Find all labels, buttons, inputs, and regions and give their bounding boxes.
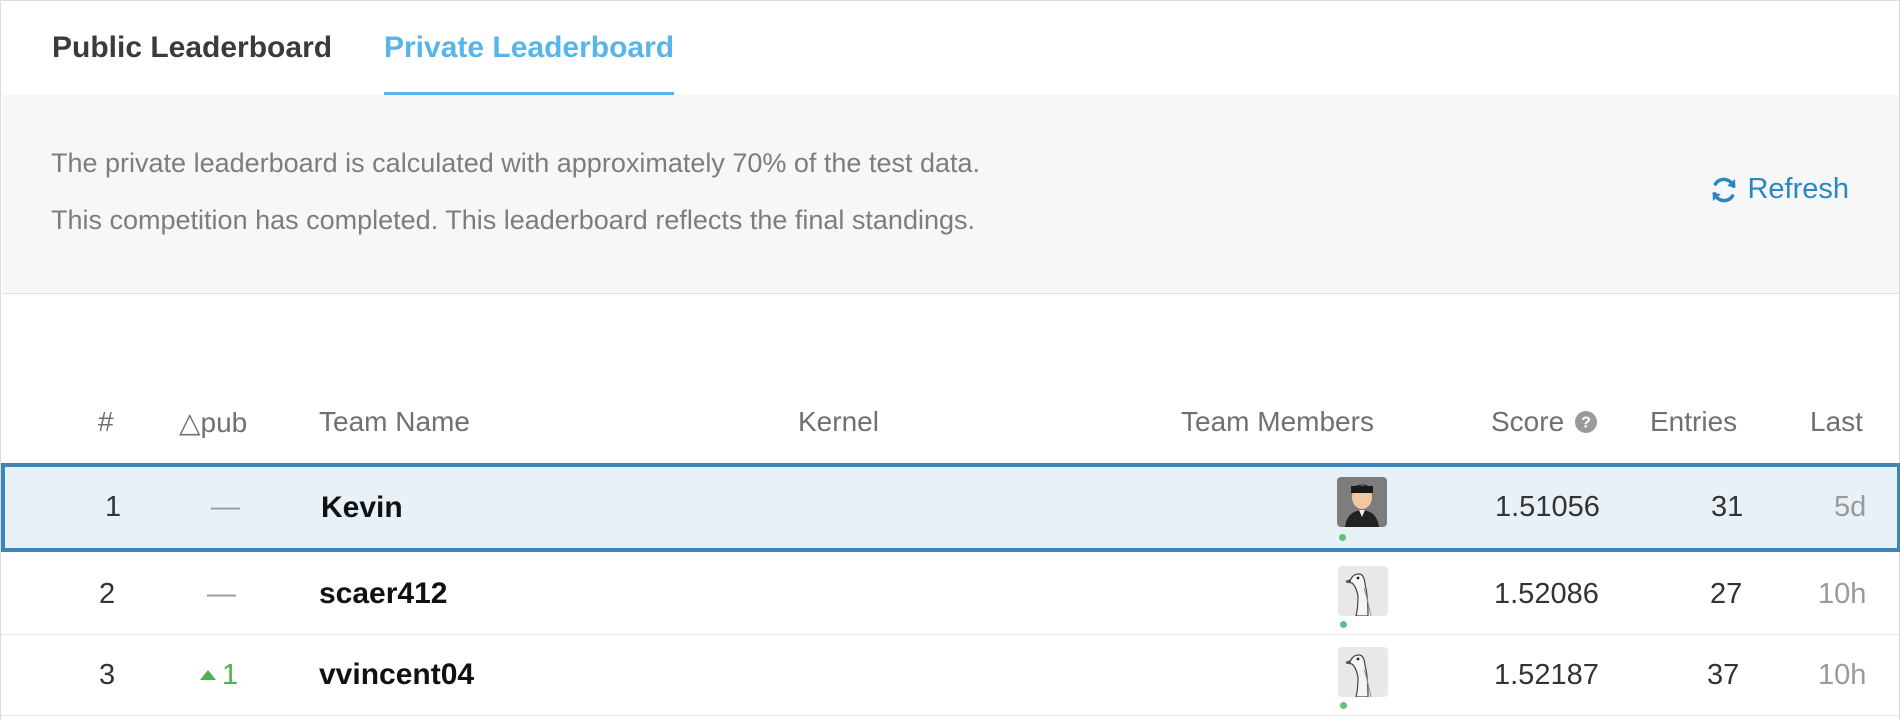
refresh-label: Refresh [1747, 173, 1849, 205]
tab-public-label: Public Leaderboard [52, 31, 333, 64]
row-last: 10h [1818, 577, 1867, 610]
svg-text:?: ? [1581, 415, 1591, 432]
row-entries: 31 [1711, 491, 1744, 523]
arrow-up-icon [200, 670, 216, 680]
tab-public-leaderboard[interactable]: Public Leaderboard [52, 2, 332, 95]
header-entries[interactable]: Entries [1650, 406, 1737, 438]
row-team-name[interactable]: scaer412 [319, 554, 447, 634]
person-avatar-icon [1337, 477, 1387, 527]
header-last[interactable]: Last [1810, 406, 1863, 438]
online-status-dot [1340, 702, 1347, 709]
leaderboard-tabs: Public Leaderboard Private Leaderboard [2, 2, 1899, 96]
row-score: 1.51056 [1495, 491, 1600, 523]
row-team-name[interactable]: vvincent04 [319, 635, 474, 715]
info-banner: The private leaderboard is calculated wi… [2, 95, 1899, 294]
leaderboard-panel: Public Leaderboard Private Leaderboard T… [0, 0, 1900, 720]
banner-text-line-2: This competition has completed. This lea… [51, 205, 975, 235]
avatar-goose[interactable] [1338, 566, 1388, 616]
header-team-name[interactable]: Team Name [319, 406, 470, 438]
header-kernel[interactable]: Kernel [798, 406, 879, 438]
row-entries: 37 [1707, 658, 1740, 691]
row-rank: 3 [99, 658, 116, 691]
tab-private-leaderboard[interactable]: Private Leaderboard [384, 2, 675, 96]
row-delta: — [211, 491, 240, 523]
row-rank: 2 [99, 577, 116, 610]
refresh-button[interactable]: Refresh [1709, 173, 1849, 206]
row-score: 1.52086 [1494, 577, 1599, 610]
row-delta: — [207, 577, 236, 610]
online-status-dot [1339, 534, 1346, 541]
table-row[interactable]: 3 1 vvincent04 1.52187 37 10h [1, 635, 1899, 716]
help-icon[interactable]: ? [1574, 410, 1598, 434]
avatar-goose[interactable] [1338, 647, 1388, 697]
header-team-members[interactable]: Team Members [1181, 406, 1374, 438]
header-rank[interactable]: # [98, 406, 114, 438]
row-delta-value: 1 [222, 658, 239, 691]
online-status-dot [1340, 621, 1347, 628]
header-delta-pub[interactable]: △pub [179, 406, 247, 439]
avatar-person[interactable] [1337, 477, 1387, 527]
row-team-name[interactable]: Kevin [321, 467, 403, 548]
banner-text-line-1: The private leaderboard is calculated wi… [51, 148, 981, 178]
row-score: 1.52187 [1494, 658, 1599, 691]
table-row[interactable]: 1 — Kevin 1.51056 31 5d [1, 463, 1900, 552]
tab-private-label: Private Leaderboard [384, 31, 675, 64]
row-entries: 27 [1710, 577, 1743, 610]
goose-avatar-icon [1338, 647, 1388, 697]
header-score[interactable]: Score ? [1491, 406, 1598, 438]
row-rank: 1 [105, 491, 122, 523]
row-last: 5d [1834, 491, 1867, 523]
table-row[interactable]: 2 — scaer412 1.52086 27 10h [1, 554, 1899, 635]
goose-avatar-icon [1338, 566, 1388, 616]
row-delta: 1 [199, 635, 238, 715]
refresh-icon [1712, 177, 1736, 202]
row-last: 10h [1818, 658, 1867, 691]
header-score-label: Score [1491, 406, 1565, 437]
